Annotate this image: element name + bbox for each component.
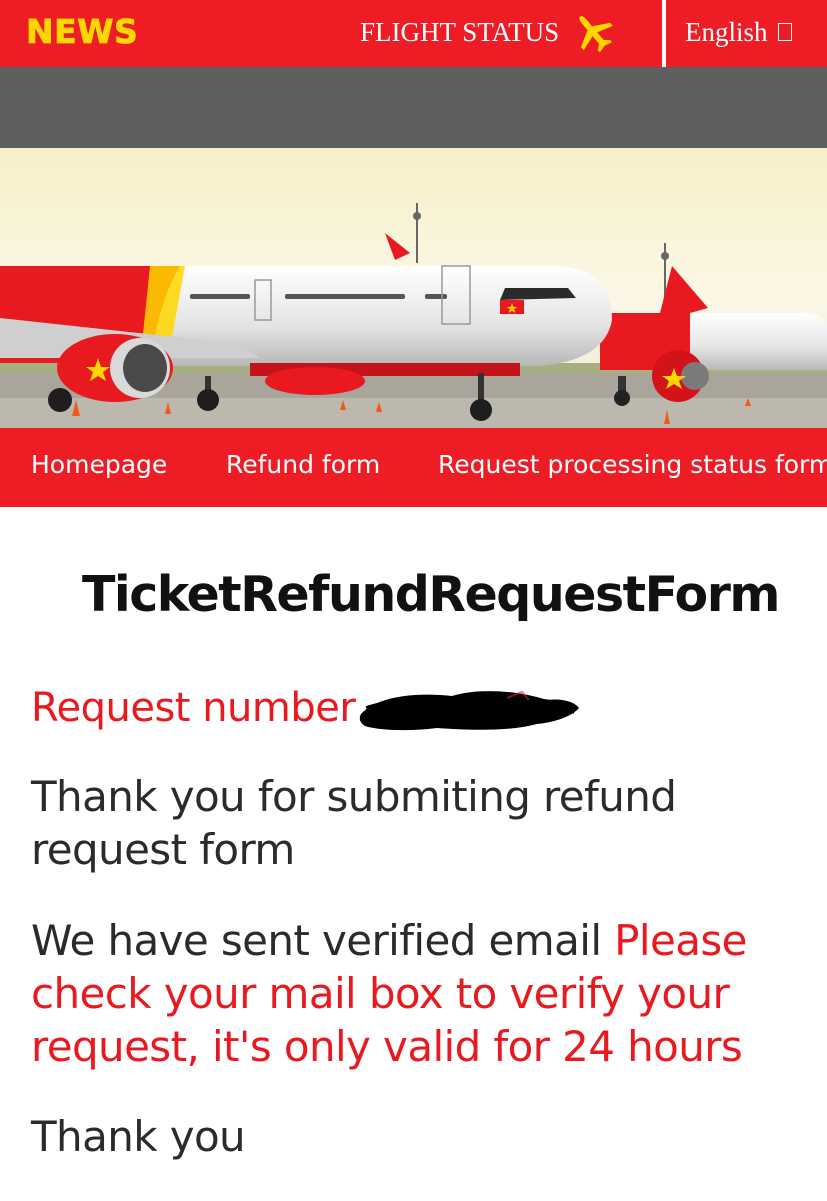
email-verification-message: We have sent verified email Please check… xyxy=(31,914,791,1073)
hero-banner xyxy=(0,148,827,428)
redaction-scribble xyxy=(360,690,580,731)
airplane-icon xyxy=(579,16,613,53)
page: NEWS FLIGHT STATUS English Homepage Refu… xyxy=(0,0,827,1201)
closing-message: Thank you xyxy=(31,1112,246,1161)
header-grey-band xyxy=(0,67,827,148)
nav-refund-form[interactable]: Refund form xyxy=(226,450,380,479)
flight-status-link[interactable]: FLIGHT STATUS xyxy=(360,14,615,53)
aircraft-banner-image xyxy=(0,148,827,428)
news-logo[interactable]: NEWS xyxy=(26,12,139,52)
nav-homepage[interactable]: Homepage xyxy=(31,450,167,479)
request-number-row: Request number xyxy=(31,680,582,736)
request-number-label: Request number xyxy=(31,685,356,731)
page-title: TicketRefundRequestForm xyxy=(82,566,780,623)
thanks-message: Thank you for submiting refund request f… xyxy=(31,772,677,874)
language-switch[interactable]: English xyxy=(685,14,792,50)
top-bar-divider xyxy=(662,0,666,67)
email-message-prefix: We have sent verified email xyxy=(31,916,602,965)
top-bar: NEWS FLIGHT STATUS English xyxy=(0,0,827,67)
language-label: English xyxy=(685,16,768,47)
main-nav: Homepage Refund form Request processing … xyxy=(0,428,827,507)
checkbox-glyph-icon xyxy=(777,23,792,41)
nav-request-status-form[interactable]: Request processing status form xyxy=(438,450,827,479)
flight-status-label: FLIGHT STATUS xyxy=(360,16,560,47)
